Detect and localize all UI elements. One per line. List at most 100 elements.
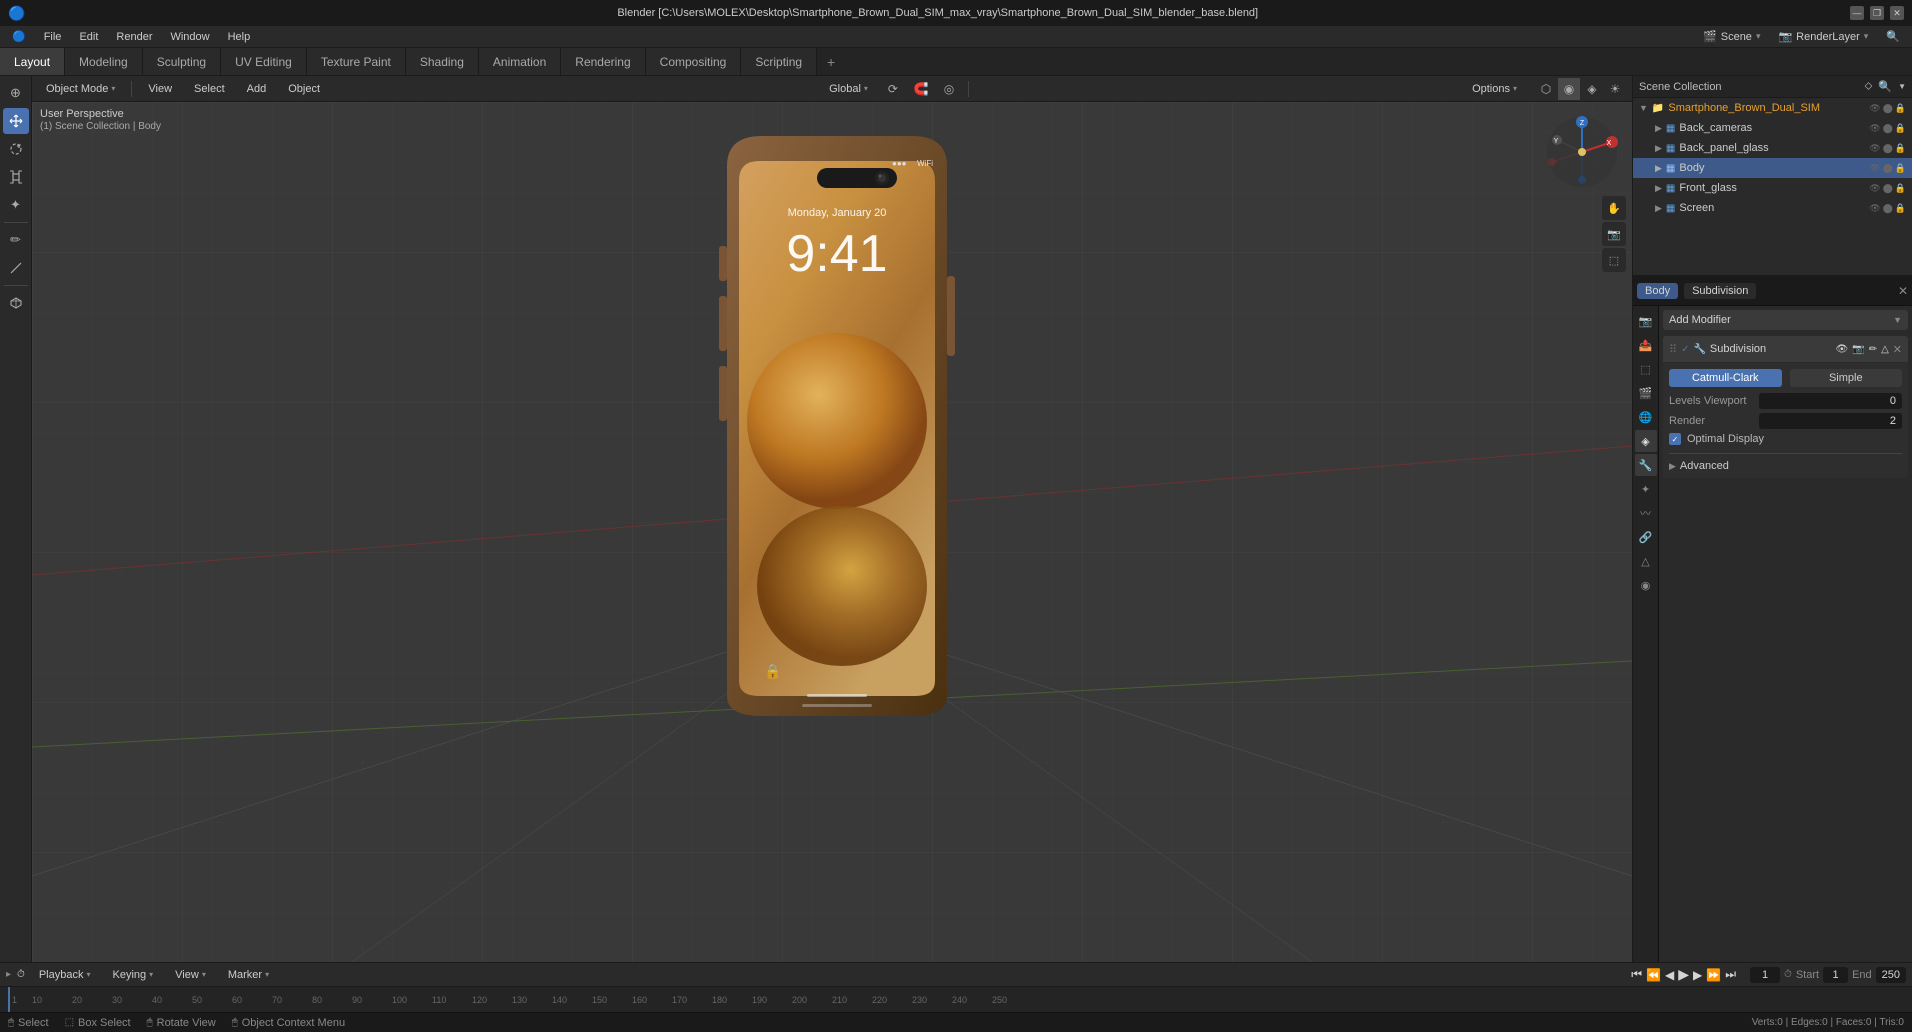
minimize-button[interactable]: — [1850,6,1864,20]
snap-icon[interactable]: 🧲 [910,78,932,100]
menu-blender[interactable]: 🔵 [4,28,34,45]
tab-rendering[interactable]: Rendering [561,48,645,75]
physics-tab[interactable]: 〰 [1635,502,1657,524]
rotate-tool[interactable] [3,136,29,162]
menu-help[interactable]: Help [220,29,259,45]
jump-start-button[interactable]: ⏮ [1631,967,1642,982]
modifier-render-icon[interactable]: 📷 [1852,344,1864,355]
prev-frame-button[interactable]: ⏪ [1646,968,1661,982]
material-tab[interactable]: ◉ [1635,574,1657,596]
next-frame-button[interactable]: ⏩ [1706,968,1721,982]
global-selector[interactable]: Global ▾ [821,81,876,97]
rendered-button[interactable]: ☀ [1604,78,1626,100]
modifier-close-btn[interactable]: ✕ [1893,343,1902,356]
optimal-display-checkbox[interactable]: ✓ [1669,433,1681,445]
frame-selected-tool[interactable]: ⬚ [1602,248,1626,272]
material-preview-button[interactable]: ◈ [1581,78,1603,100]
move-tool[interactable] [3,108,29,134]
search-button[interactable]: 🔍 [1878,28,1908,45]
jump-end-button[interactable]: ⏭ [1725,967,1736,982]
menu-window[interactable]: Window [162,29,217,45]
object-props-tab[interactable]: ◈ [1635,430,1657,452]
outliner-item-body[interactable]: ▶ ▦ Body 👁⬤🔒 [1633,158,1912,178]
tab-compositing[interactable]: Compositing [646,48,742,75]
current-frame-input[interactable]: 1 [1750,967,1780,983]
scale-tool[interactable] [3,164,29,190]
annotate-tool[interactable]: ✏ [3,227,29,253]
tab-uv-editing[interactable]: UV Editing [221,48,307,75]
end-frame-input[interactable]: 250 [1876,967,1906,983]
modifier-tab[interactable]: 🔧 [1635,454,1657,476]
solid-button[interactable]: ◉ [1558,78,1580,100]
view-menu[interactable]: View [140,81,180,97]
close-button[interactable]: ✕ [1890,6,1904,20]
playback-menu[interactable]: Playback ▾ [31,967,99,983]
transform-orientation-icon[interactable]: ⟳ [882,78,904,100]
scene-tab[interactable]: 🎬 [1635,382,1657,404]
add-workspace-button[interactable]: + [817,48,845,75]
camera-view-tool[interactable]: 📷 [1602,222,1626,246]
prev-keyframe-button[interactable]: ◀ [1665,968,1674,982]
add-menu[interactable]: Add [239,81,275,97]
object-menu[interactable]: Object [280,81,328,97]
tab-texture-paint[interactable]: Texture Paint [307,48,406,75]
levels-viewport-value[interactable]: 0 [1759,393,1902,409]
add-modifier-button[interactable]: Add Modifier ▼ [1663,310,1908,330]
wireframe-button[interactable]: ⬡ [1535,78,1557,100]
data-tab[interactable]: △ [1635,550,1657,572]
outliner-filter-icon[interactable]: ⬦ [1865,80,1873,93]
constraints-tab[interactable]: 🔗 [1635,526,1657,548]
marker-menu[interactable]: Marker ▾ [220,967,277,983]
window-controls[interactable]: — ❐ ✕ [1850,6,1904,20]
proportional-edit-icon[interactable]: ◎ [938,78,960,100]
options-menu[interactable]: Options ▾ [1464,81,1525,97]
tab-modeling[interactable]: Modeling [65,48,143,75]
maximize-button[interactable]: ❐ [1870,6,1884,20]
cursor-tool[interactable]: ⊕ [3,80,29,106]
outliner-item-collection[interactable]: ▼ 📁 Smartphone_Brown_Dual_SIM 👁⬤🔒 [1633,98,1912,118]
renderlayer-selector[interactable]: 📷 RenderLayer ▾ [1770,28,1876,45]
tab-layout[interactable]: Layout [0,48,65,75]
tab-shading[interactable]: Shading [406,48,479,75]
start-frame-input[interactable]: 1 [1823,967,1848,983]
next-keyframe-button[interactable]: ▶ [1693,968,1702,982]
outliner-search-icon[interactable]: 🔍 [1878,80,1892,93]
modifier-drag-icon[interactable]: ⠿ [1669,343,1677,356]
render-value[interactable]: 2 [1759,413,1902,429]
render-props-tab[interactable]: 📷 [1635,310,1657,332]
view-layer-tab[interactable]: ⬚ [1635,358,1657,380]
navigation-gizmo[interactable]: X Y Z [1542,112,1622,192]
modifier-close-button[interactable]: ✕ [1898,284,1908,298]
select-menu[interactable]: Select [186,81,233,97]
output-props-tab[interactable]: 📤 [1635,334,1657,356]
tab-sculpting[interactable]: Sculpting [143,48,221,75]
modifier-cage-icon[interactable]: △ [1881,344,1889,355]
outliner-item-back-panel[interactable]: ▶ ▦ Back_panel_glass 👁⬤🔒 [1633,138,1912,158]
particles-tab[interactable]: ✦ [1635,478,1657,500]
modifier-edit-icon[interactable]: ✏ [1869,344,1877,355]
measure-tool[interactable] [3,255,29,281]
play-button[interactable]: ▶ [1678,966,1689,983]
menu-render[interactable]: Render [108,29,160,45]
scene-selector[interactable]: 🎬 🎬 Scene ▾ [1695,28,1768,45]
outliner-item-front-glass[interactable]: ▶ ▦ Front_glass 👁⬤🔒 [1633,178,1912,198]
world-tab[interactable]: 🌐 [1635,406,1657,428]
modifier-enabled-icon[interactable]: ✓ [1681,344,1689,355]
simple-button[interactable]: Simple [1790,369,1903,387]
subdivision-header-button[interactable]: Subdivision [1684,283,1756,299]
mode-selector[interactable]: Object Mode ▾ [38,81,123,97]
timeline-ruler[interactable]: 1 10 20 30 40 50 60 70 80 90 100 110 120… [0,987,1912,1012]
tab-animation[interactable]: Animation [479,48,561,75]
menu-edit[interactable]: Edit [71,29,106,45]
keying-menu[interactable]: Keying ▾ [105,967,162,983]
advanced-toggle[interactable]: ▶ Advanced [1669,460,1902,472]
outliner-options-icon[interactable]: ▼ [1898,82,1906,91]
pan-hand-tool[interactable]: ✋ [1602,196,1626,220]
body-button[interactable]: Body [1637,283,1678,299]
catmull-clark-button[interactable]: Catmull-Clark [1669,369,1782,387]
transform-tool[interactable]: ✦ [3,192,29,218]
modifier-realtime-icon[interactable]: 👁 [1836,344,1849,355]
view-menu-timeline[interactable]: View ▾ [167,967,214,983]
outliner-item-screen[interactable]: ▶ ▦ Screen 👁⬤🔒 [1633,198,1912,218]
outliner-item-back-cameras[interactable]: ▶ ▦ Back_cameras 👁⬤🔒 [1633,118,1912,138]
